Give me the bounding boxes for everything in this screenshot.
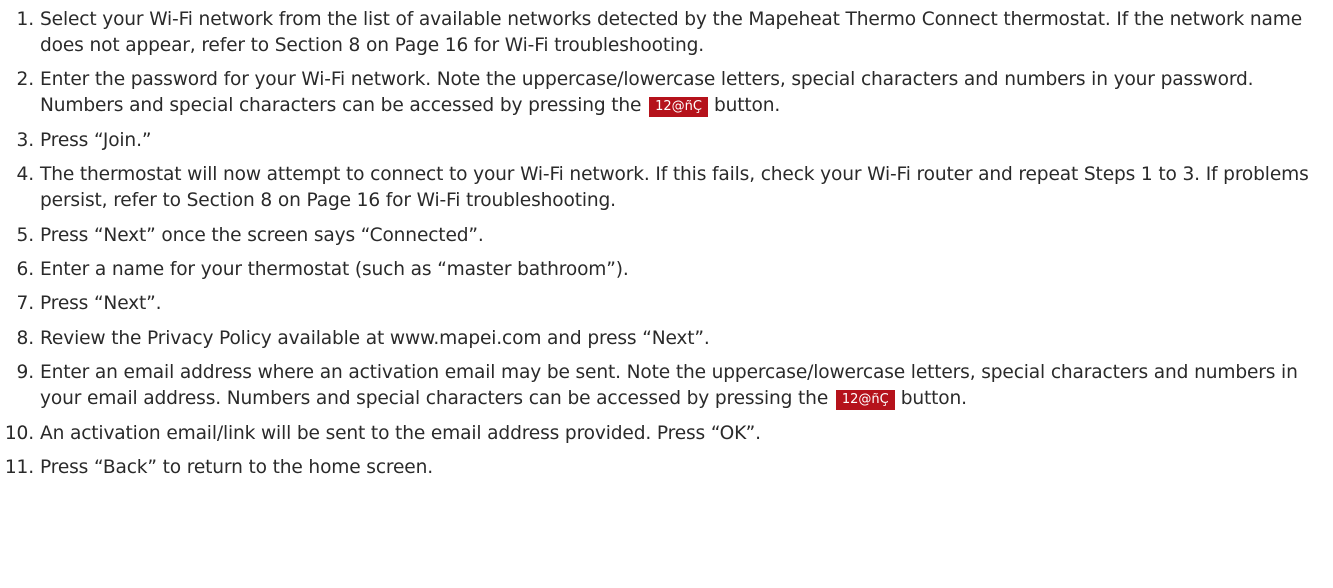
step-8: 8. Review the Privacy Policy available a… bbox=[0, 326, 1333, 352]
step-number: 8. bbox=[16, 327, 35, 349]
step-9: 9. Enter an email address where an activ… bbox=[0, 360, 1333, 412]
step-text: Enter an email address where an activati… bbox=[40, 362, 1298, 410]
step-number: 10. bbox=[4, 422, 34, 444]
step-number: 6. bbox=[16, 258, 35, 280]
instructions-document: 1. Select your Wi-Fi network from the li… bbox=[0, 0, 1333, 588]
step-4: 4. The thermostat will now attempt to co… bbox=[0, 162, 1333, 214]
step-number: 11. bbox=[4, 456, 34, 478]
step-text: Press “Back” to return to the home scree… bbox=[40, 456, 433, 478]
step-text: Enter the password for your Wi-Fi networ… bbox=[40, 69, 1254, 117]
setup-steps-list: 1. Select your Wi-Fi network from the li… bbox=[0, 0, 1333, 481]
step-number: 9. bbox=[16, 362, 35, 384]
step-text: Press “Next”. bbox=[40, 293, 162, 315]
step-3: 3. Press “Join.” bbox=[0, 128, 1333, 154]
step-11: 11. Press “Back” to return to the home s… bbox=[0, 455, 1333, 481]
step-text: Press “Join.” bbox=[40, 129, 152, 151]
step-5: 5. Press “Next” once the screen says “Co… bbox=[0, 223, 1333, 249]
step-number: 7. bbox=[16, 293, 35, 315]
step-text: An activation email/link will be sent to… bbox=[40, 422, 761, 444]
step-text: The thermostat will now attempt to conne… bbox=[40, 164, 1309, 212]
step-2: 2. Enter the password for your Wi-Fi net… bbox=[0, 67, 1333, 119]
step-number: 4. bbox=[16, 164, 35, 186]
special-characters-key-badge: 12@ñÇ bbox=[835, 390, 895, 411]
step-text-after: button. bbox=[900, 388, 967, 410]
step-text: Enter a name for your thermostat (such a… bbox=[40, 258, 629, 280]
step-number: 2. bbox=[16, 69, 35, 91]
step-7: 7. Press “Next”. bbox=[0, 291, 1333, 317]
step-6: 6. Enter a name for your thermostat (suc… bbox=[0, 257, 1333, 283]
step-text: Press “Next” once the screen says “Conne… bbox=[40, 224, 484, 246]
step-text: Review the Privacy Policy available at w… bbox=[40, 327, 710, 349]
step-number: 5. bbox=[16, 224, 35, 246]
step-number: 1. bbox=[16, 9, 35, 30]
step-number: 3. bbox=[16, 129, 35, 151]
step-10: 10. An activation email/link will be sen… bbox=[0, 421, 1333, 447]
special-characters-key-badge: 12@ñÇ bbox=[649, 97, 708, 118]
step-1: 1. Select your Wi-Fi network from the li… bbox=[0, 7, 1333, 59]
step-text-after: button. bbox=[713, 95, 781, 117]
step-text: Select your Wi-Fi network from the list … bbox=[40, 9, 1303, 56]
